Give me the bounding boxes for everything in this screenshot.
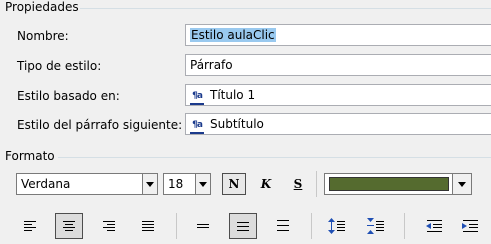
- underline-icon: S: [293, 177, 303, 191]
- decrease-paragraph-spacing-icon: [367, 218, 384, 234]
- chevron-down-icon[interactable]: [142, 174, 157, 194]
- font-size-value: 18: [168, 177, 184, 191]
- increase-indent-icon: [462, 220, 478, 232]
- bold-icon: N: [228, 177, 240, 191]
- align-right-button[interactable]: [95, 213, 123, 239]
- properties-divider: [80, 8, 491, 9]
- align-left-icon: [24, 221, 36, 231]
- name-field-value: Estilo aulaClic: [190, 28, 276, 42]
- align-right-icon: [103, 221, 115, 231]
- double-spacing-icon: [277, 220, 289, 231]
- decrease-indent-button[interactable]: [420, 213, 448, 239]
- increase-paragraph-spacing-icon: [328, 218, 345, 234]
- based-on-value: Título 1: [210, 88, 256, 102]
- underline-button[interactable]: S: [286, 173, 310, 195]
- style-type-label: Tipo de estilo:: [17, 59, 102, 73]
- paragraph-style-icon: ¶a: [190, 91, 204, 105]
- based-on-select[interactable]: ¶a Título 1: [185, 84, 491, 106]
- decrease-paragraph-spacing-button[interactable]: [362, 213, 390, 239]
- toolbar-separator: [311, 213, 312, 239]
- double-spacing-button[interactable]: [269, 213, 297, 239]
- decrease-indent-icon: [426, 220, 442, 232]
- next-style-select[interactable]: ¶a Subtítulo: [185, 113, 491, 135]
- one-and-half-spacing-button[interactable]: [229, 213, 257, 239]
- name-label: Nombre:: [17, 29, 69, 43]
- align-center-icon: [63, 221, 75, 231]
- toolbar-separator: [316, 171, 317, 197]
- format-group-title: Formato: [5, 149, 55, 163]
- based-on-label: Estilo basado en:: [17, 89, 120, 103]
- increase-paragraph-spacing-button[interactable]: [323, 213, 351, 239]
- align-left-button[interactable]: [16, 213, 44, 239]
- font-name-select[interactable]: Verdana: [16, 173, 158, 195]
- toolbar-separator: [404, 213, 405, 239]
- chevron-down-icon[interactable]: [452, 174, 471, 194]
- toolbar-separator: [176, 213, 177, 239]
- next-style-value: Subtítulo: [210, 117, 264, 131]
- font-color-select[interactable]: [324, 173, 472, 195]
- next-style-label: Estilo del párrafo siguiente:: [17, 118, 183, 132]
- single-spacing-button[interactable]: [189, 213, 217, 239]
- style-type-field[interactable]: Párrafo: [185, 54, 491, 76]
- justify-icon: [142, 221, 154, 231]
- one-and-half-spacing-icon: [237, 222, 249, 231]
- bold-button[interactable]: N: [222, 173, 246, 195]
- single-spacing-icon: [197, 224, 209, 228]
- font-size-select[interactable]: 18: [163, 173, 211, 195]
- format-divider: [58, 157, 491, 158]
- name-field[interactable]: Estilo aulaClic: [185, 24, 491, 46]
- font-name-value: Verdana: [21, 177, 71, 191]
- increase-indent-button[interactable]: [456, 213, 484, 239]
- chevron-down-icon[interactable]: [195, 174, 210, 194]
- font-color-swatch: [329, 177, 449, 191]
- style-type-value: Párrafo: [190, 58, 233, 72]
- justify-button[interactable]: [134, 213, 162, 239]
- paragraph-style-icon: ¶a: [190, 120, 204, 134]
- properties-group-title: Propiedades: [5, 0, 79, 14]
- align-center-button[interactable]: [55, 213, 83, 239]
- italic-icon: K: [260, 177, 272, 191]
- italic-button[interactable]: K: [254, 173, 278, 195]
